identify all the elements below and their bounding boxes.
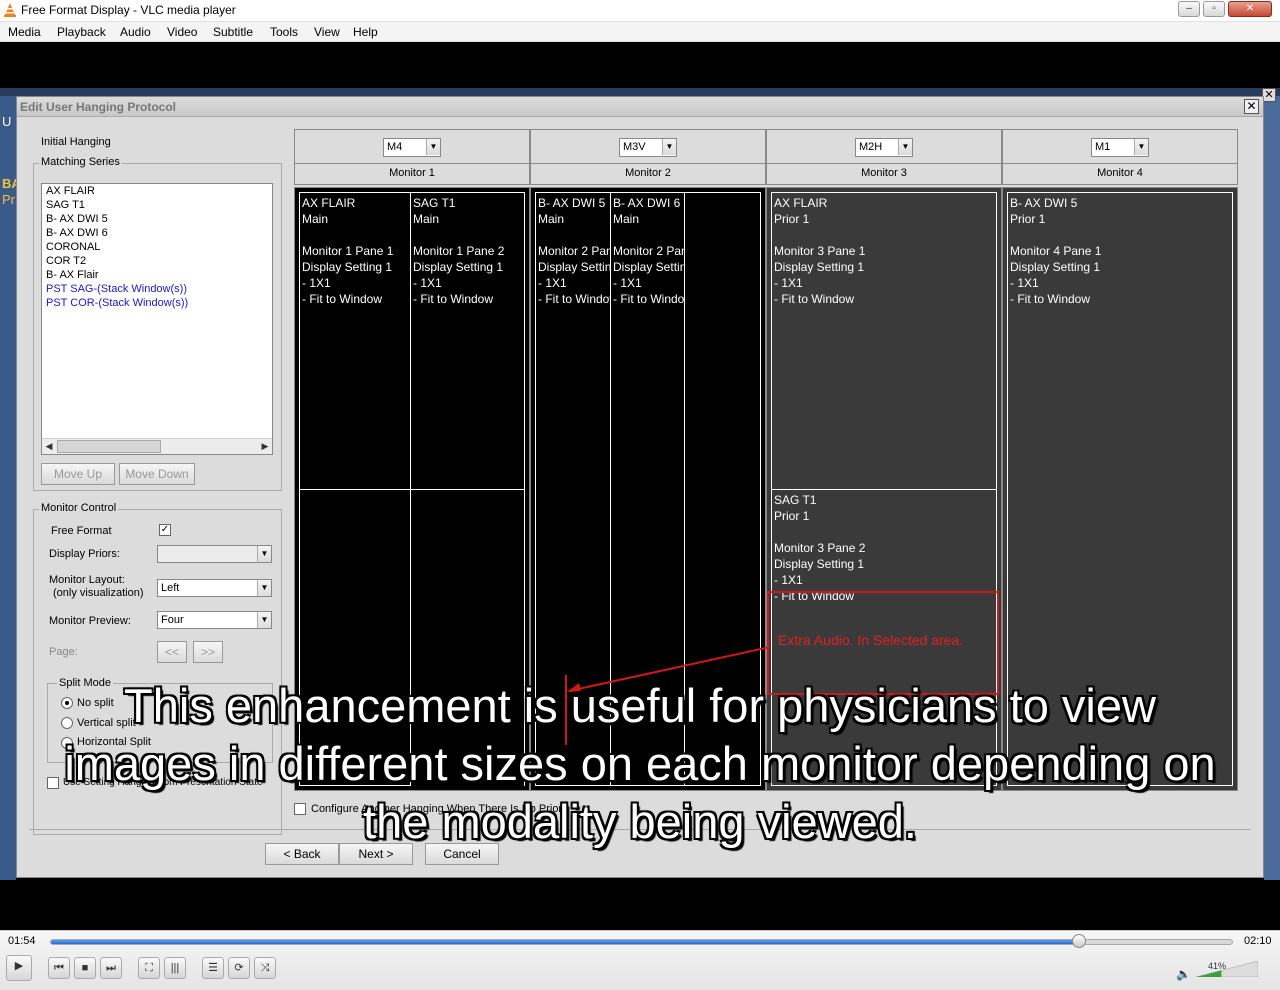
menu-view[interactable]: View <box>314 25 340 39</box>
time-elapsed: 01:54 <box>8 935 36 947</box>
vlc-title-bar: Free Format Display - VLC media player –… <box>0 0 1280 22</box>
menu-tools[interactable]: Tools <box>270 25 298 39</box>
series-listbox[interactable]: AX FLAIR SAG T1 B- AX DWI 5 B- AX DWI 6 CORO… <box>41 183 273 455</box>
chevron-down-icon: ▼ <box>257 580 271 596</box>
chevron-down-icon: ▼ <box>426 139 440 155</box>
chevron-down-icon: ▼ <box>257 546 271 562</box>
screen: Free Format Display - VLC media player –… <box>0 0 1280 990</box>
chevron-down-icon: ▼ <box>1134 139 1148 155</box>
vlc-cone-icon <box>4 3 16 17</box>
chevron-down-icon: ▼ <box>662 139 676 155</box>
vlc-controls: 01:54 02:10 ▶ ⏮ ■ ⏭ ⛶ ||| ☰ ⟳ ⤨ 🔈 41% <box>0 930 1280 990</box>
prev-page-button[interactable]: << <box>157 641 187 663</box>
chevron-down-icon: ▼ <box>898 139 912 155</box>
subtitle-line-3: the modality being viewed. <box>363 795 917 848</box>
playlist-icon[interactable]: ☰ <box>202 957 224 979</box>
monitor-1-caption: Monitor 1 <box>295 163 529 185</box>
free-format-checkbox[interactable]: ✓ <box>159 524 171 536</box>
monitor-3-select[interactable]: M2H ▼ <box>855 138 913 157</box>
maximize-button[interactable]: ▫ <box>1203 1 1225 17</box>
volume-percent: 41% <box>1208 961 1227 971</box>
subtitle-line-1: This enhancement is useful for physician… <box>124 679 1156 732</box>
free-format-label: Free Format <box>51 525 112 537</box>
shuffle-icon[interactable]: ⤨ <box>254 957 276 979</box>
background-app-titlebar <box>0 88 1280 96</box>
monitor-3-caption: Monitor 3 <box>767 163 1001 185</box>
series-list-item[interactable]: PST COR-(Stack Window(s)) <box>42 296 272 310</box>
move-down-button[interactable]: Move Down <box>119 463 195 485</box>
menu-media[interactable]: Media <box>8 25 41 39</box>
scroll-right-icon[interactable]: ▶ <box>258 439 272 454</box>
listbox-scrollbar[interactable]: ◀ ▶ <box>42 438 272 454</box>
window-title: Free Format Display - VLC media player <box>21 3 236 17</box>
series-list-item[interactable]: COR T2 <box>42 254 272 268</box>
dialog-title: Edit User Hanging Protocol <box>20 100 177 114</box>
monitor-4-header: M1 ▼ Monitor 4 <box>1002 129 1238 185</box>
seek-progress <box>51 940 1079 944</box>
menu-audio[interactable]: Audio <box>120 25 151 39</box>
monitor-2-caption: Monitor 2 <box>531 163 765 185</box>
monitor-3-header: M2H ▼ Monitor 3 <box>766 129 1002 185</box>
monitor-2-header: M3V ▼ Monitor 2 <box>530 129 766 185</box>
monitor-1-select[interactable]: M4 ▼ <box>383 138 441 157</box>
time-total: 02:10 <box>1244 935 1272 947</box>
vlc-menu-bar: Media Playback Audio Video Subtitle Tool… <box>0 22 1280 42</box>
monitor-layout-select[interactable]: Left ▼ <box>157 579 272 597</box>
play-button[interactable]: ▶ <box>6 955 32 981</box>
monitor-1-pane-2[interactable]: SAG T1 Main Monitor 1 Pane 2 Display Set… <box>411 192 525 490</box>
dialog-title-bar: Edit User Hanging Protocol ✕ <box>17 97 1263 117</box>
dialog-close-icon[interactable]: ✕ <box>1244 99 1259 114</box>
series-list-item[interactable]: PST SAG-(Stack Window(s)) <box>42 282 272 296</box>
stop-icon[interactable]: ■ <box>74 957 96 979</box>
next-icon[interactable]: ⏭ <box>100 957 122 979</box>
monitor-1-header: M4 ▼ Monitor 1 <box>294 129 530 185</box>
scroll-thumb[interactable] <box>57 440 161 453</box>
monitor-control-label: Monitor Control <box>39 502 119 514</box>
display-priors-select[interactable]: ▼ <box>157 545 272 563</box>
display-priors-label: Display Priors: <box>49 548 120 560</box>
series-list-item[interactable]: B- AX DWI 5 <box>42 212 272 226</box>
fullscreen-icon[interactable]: ⛶ <box>138 957 160 979</box>
menu-playback[interactable]: Playback <box>57 25 106 39</box>
series-list-item[interactable]: B- AX Flair <box>42 268 272 282</box>
close-button[interactable]: ✕ <box>1228 1 1272 17</box>
monitor-preview-select[interactable]: Four ▼ <box>157 611 272 629</box>
chevron-down-icon: ▼ <box>257 612 271 628</box>
matching-series-label: Matching Series <box>39 156 122 168</box>
series-list-item[interactable]: B- AX DWI 6 <box>42 226 272 240</box>
monitor-1-pane-1[interactable]: AX FLAIR Main Monitor 1 Pane 1 Display S… <box>299 192 411 490</box>
series-list-item[interactable]: AX FLAIR <box>42 184 272 198</box>
loop-icon[interactable]: ⟳ <box>228 957 250 979</box>
speaker-icon[interactable]: 🔈 <box>1176 967 1191 981</box>
monitor-3-pane-1[interactable]: AX FLAIR Prior 1 Monitor 3 Pane 1 Displa… <box>771 192 997 490</box>
initial-hanging-label: Initial Hanging <box>41 136 111 148</box>
monitor-2-select[interactable]: M3V ▼ <box>619 138 677 157</box>
page-label: Page: <box>49 646 78 658</box>
seek-handle[interactable] <box>1072 934 1087 948</box>
menu-video[interactable]: Video <box>167 25 197 39</box>
series-list-item[interactable]: SAG T1 <box>42 198 272 212</box>
annotation-text: Extra Audio. In Selected area. <box>778 632 964 648</box>
monitor-layout-label: Monitor Layout: <box>49 574 125 586</box>
volume-slider[interactable] <box>1196 961 1258 977</box>
series-list-item[interactable]: CORONAL <box>42 240 272 254</box>
monitor-4-caption: Monitor 4 <box>1003 163 1237 185</box>
seek-bar[interactable] <box>50 939 1233 945</box>
previous-icon[interactable]: ⏮ <box>48 957 70 979</box>
menu-help[interactable]: Help <box>353 25 378 39</box>
menu-subtitle[interactable]: Subtitle <box>213 25 253 39</box>
minimize-button[interactable]: – <box>1178 1 1200 17</box>
monitor-preview-label: Monitor Preview: <box>49 615 131 627</box>
move-up-button[interactable]: Move Up <box>41 463 115 485</box>
next-page-button[interactable]: >> <box>193 641 223 663</box>
scroll-left-icon[interactable]: ◀ <box>42 439 56 454</box>
background-close-icon[interactable]: ✕ <box>1262 88 1276 102</box>
extended-settings-icon[interactable]: ||| <box>164 957 186 979</box>
monitor-layout-sublabel: (only visualization) <box>53 587 144 599</box>
monitor-4-select[interactable]: M1 ▼ <box>1091 138 1149 157</box>
subtitle-line-2: images in different sizes on each monito… <box>64 737 1216 790</box>
